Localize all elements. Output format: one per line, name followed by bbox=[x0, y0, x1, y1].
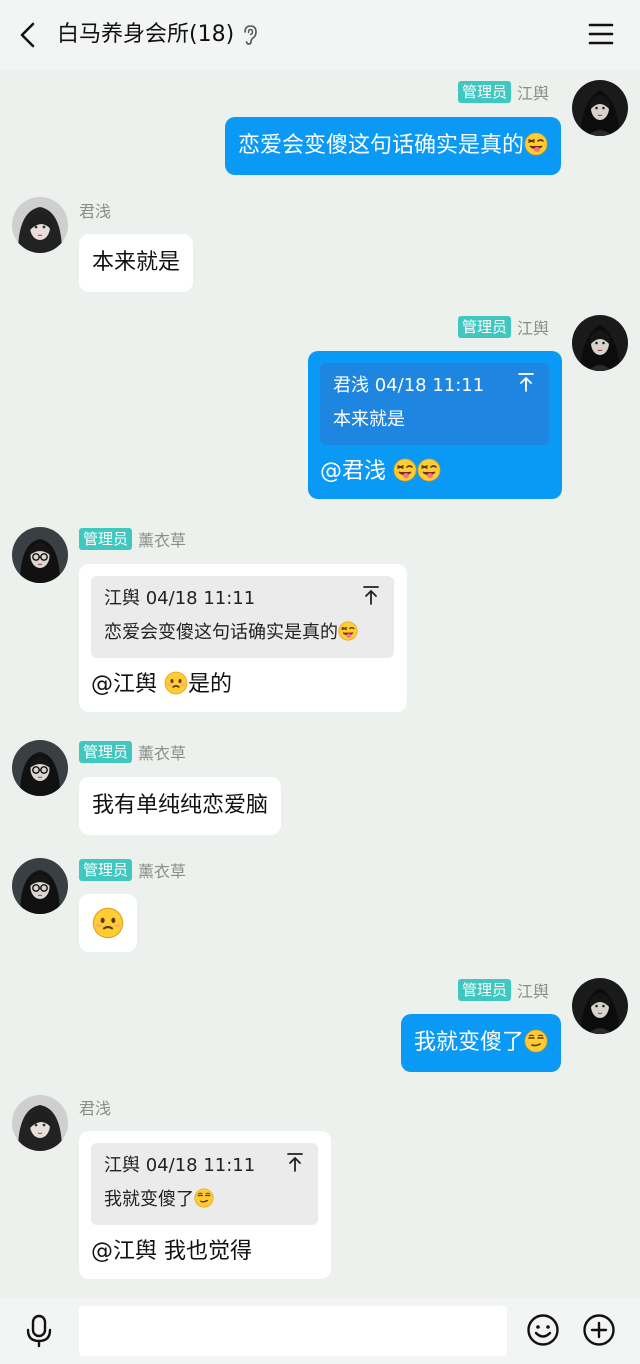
hamburger-menu-icon[interactable] bbox=[588, 22, 614, 46]
thinking-face-emoji-icon bbox=[92, 907, 124, 939]
sender-meta: 君浅 bbox=[79, 198, 111, 222]
smirk-emoji-icon bbox=[524, 1029, 548, 1053]
message-text: @江舆 我也觉得 bbox=[91, 1239, 252, 1264]
sender-name: 薰衣草 bbox=[138, 862, 187, 881]
message-text: 我就变傻了 bbox=[413, 1030, 524, 1055]
chevron-left-icon[interactable] bbox=[14, 20, 42, 50]
avatar[interactable] bbox=[572, 315, 628, 371]
admin-badge: 管理员 bbox=[458, 979, 512, 1001]
sender-meta: 管理员 薰衣草 bbox=[79, 740, 186, 764]
smiley-icon[interactable] bbox=[526, 1313, 560, 1347]
quoted-message[interactable]: 江舆 04/18 11:11 恋爱会变傻这句话确实是真的 bbox=[91, 576, 394, 658]
message-list[interactable]: 管理员 江舆 恋爱会变傻这句话确实是真的 君浅 本来就是 管理员 江舆 君浅 0… bbox=[0, 70, 640, 1298]
message-bubble[interactable]: 江舆 04/18 11:11 我就变傻了 @江舆 我也觉得 bbox=[79, 1131, 331, 1279]
tongue-out-emoji-icon bbox=[393, 458, 417, 482]
quoted-message[interactable]: 江舆 04/18 11:11 我就变傻了 bbox=[91, 1143, 318, 1225]
message-text-suffix: 是的 bbox=[188, 672, 233, 697]
group-title-text: 白马养身会所(18) bbox=[57, 22, 235, 47]
sender-name: 君浅 bbox=[79, 202, 112, 221]
message-text: 恋爱会变傻这句话确实是真的 bbox=[237, 133, 524, 158]
sender-meta: 管理员 江舆 bbox=[458, 80, 549, 104]
avatar[interactable] bbox=[572, 80, 628, 136]
sender-name: 江舆 bbox=[517, 84, 550, 103]
avatar[interactable] bbox=[12, 527, 68, 583]
message-text: 本来就是 bbox=[92, 250, 181, 275]
admin-badge: 管理员 bbox=[458, 81, 512, 103]
quote-header: 君浅 04/18 11:11 bbox=[333, 375, 485, 396]
tongue-out-emoji-icon bbox=[524, 132, 548, 156]
avatar[interactable] bbox=[12, 1095, 68, 1151]
sender-meta: 管理员 江舆 bbox=[458, 315, 549, 339]
thinking-face-emoji-icon bbox=[164, 671, 188, 695]
admin-badge: 管理员 bbox=[79, 859, 133, 881]
microphone-icon[interactable] bbox=[24, 1314, 54, 1348]
jump-to-top-icon[interactable] bbox=[517, 371, 535, 393]
jump-to-top-icon[interactable] bbox=[286, 1151, 304, 1173]
quote-header: 江舆 04/18 11:11 bbox=[104, 1155, 256, 1176]
avatar[interactable] bbox=[12, 740, 68, 796]
group-title: 白马养身会所(18) bbox=[57, 20, 258, 50]
quote-header: 江舆 04/18 11:11 bbox=[104, 588, 256, 609]
message-bubble[interactable]: 君浅 04/18 11:11 本来就是 @君浅 bbox=[308, 351, 562, 499]
message-text: 我有单纯纯恋爱脑 bbox=[92, 793, 269, 818]
jump-to-top-icon[interactable] bbox=[362, 584, 380, 606]
input-bar bbox=[0, 1298, 640, 1364]
quote-text: 本来就是 bbox=[333, 409, 405, 430]
message-text-prefix: @江舆 bbox=[91, 672, 164, 697]
message-bubble[interactable]: 本来就是 bbox=[79, 234, 194, 292]
message-bubble[interactable]: 我就变傻了 bbox=[400, 1014, 561, 1072]
message-bubble[interactable]: 江舆 04/18 11:11 恋爱会变傻这句话确实是真的 @江舆 是的 bbox=[79, 564, 407, 712]
admin-badge: 管理员 bbox=[458, 316, 512, 338]
chat-header: 白马养身会所(18) bbox=[0, 0, 640, 70]
ear-icon bbox=[244, 25, 257, 45]
avatar[interactable] bbox=[572, 978, 628, 1034]
admin-badge: 管理员 bbox=[79, 528, 133, 550]
avatar[interactable] bbox=[12, 858, 68, 914]
tongue-out-emoji-icon bbox=[417, 458, 441, 482]
sender-meta: 管理员 江舆 bbox=[458, 978, 549, 1002]
sender-name: 薰衣草 bbox=[138, 531, 187, 550]
sender-meta: 君浅 bbox=[79, 1095, 111, 1119]
message-bubble[interactable]: 我有单纯纯恋爱脑 bbox=[79, 777, 282, 835]
sender-name: 江舆 bbox=[517, 319, 550, 338]
message-bubble[interactable] bbox=[79, 894, 137, 952]
sender-meta: 管理员 薰衣草 bbox=[79, 858, 186, 882]
sender-name: 江舆 bbox=[517, 982, 550, 1001]
quote-text: 恋爱会变傻这句话确实是真的 bbox=[104, 622, 338, 643]
quote-text: 我就变傻了 bbox=[104, 1189, 194, 1210]
sender-name: 薰衣草 bbox=[138, 744, 187, 763]
message-input[interactable] bbox=[79, 1306, 507, 1356]
plus-circle-icon[interactable] bbox=[582, 1313, 616, 1347]
sender-name: 君浅 bbox=[79, 1099, 112, 1118]
quoted-message[interactable]: 君浅 04/18 11:11 本来就是 bbox=[320, 363, 549, 445]
message-text: @君浅 bbox=[320, 459, 393, 484]
sender-meta: 管理员 薰衣草 bbox=[79, 527, 186, 551]
message-bubble[interactable]: 恋爱会变傻这句话确实是真的 bbox=[224, 117, 561, 175]
admin-badge: 管理员 bbox=[79, 741, 133, 763]
avatar[interactable] bbox=[12, 197, 68, 253]
tongue-out-emoji-icon bbox=[338, 621, 358, 641]
smirk-emoji-icon bbox=[194, 1188, 214, 1208]
